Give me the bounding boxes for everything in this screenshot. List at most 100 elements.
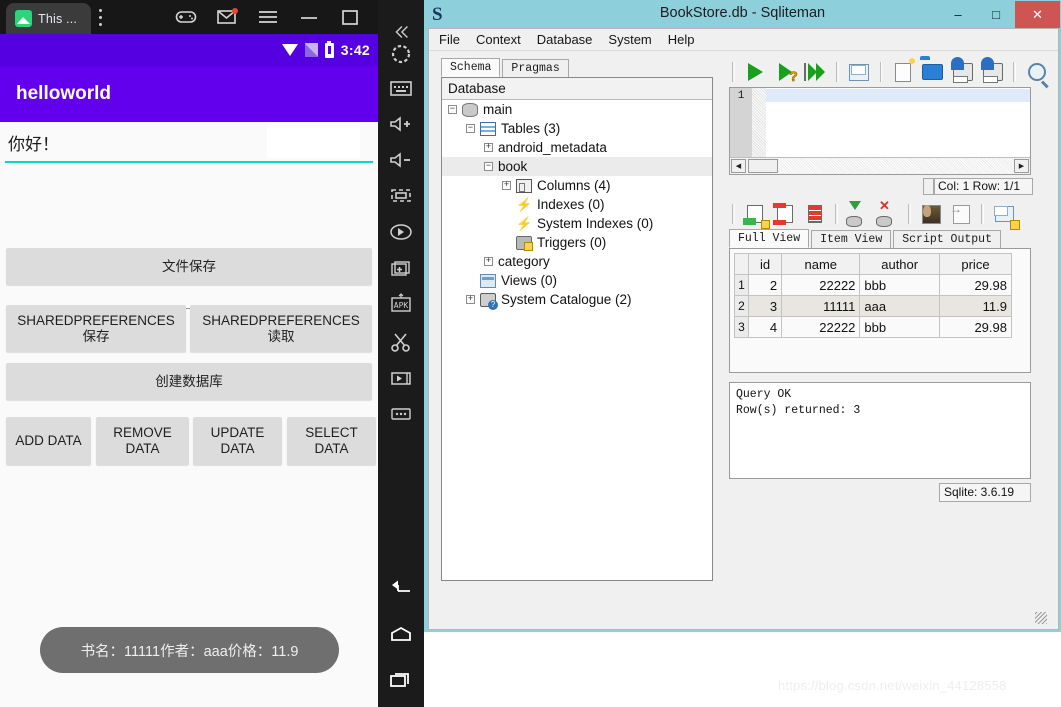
tree-item-android-metadata[interactable]: + android_metadata (442, 138, 712, 157)
save-sql-icon[interactable] (950, 57, 975, 85)
create-database-button[interactable]: 创建数据库 (6, 363, 372, 400)
scroll-thumb[interactable] (748, 159, 778, 173)
save-sql-as-icon[interactable] (980, 57, 1005, 85)
minimize-icon[interactable] (297, 5, 321, 29)
home-nav-icon[interactable] (387, 620, 415, 648)
tab-item-view[interactable]: Item View (811, 230, 892, 248)
add-data-button[interactable]: ADD DATA (6, 417, 91, 465)
cell-author[interactable]: bbb (859, 316, 940, 338)
volume-up-icon[interactable] (387, 110, 415, 138)
menu-context[interactable]: Context (476, 32, 521, 47)
view-blob-icon[interactable] (918, 201, 944, 227)
screenshot-icon[interactable] (387, 218, 415, 246)
menu-database[interactable]: Database (537, 32, 593, 47)
cell-name[interactable]: 22222 (781, 274, 861, 296)
expander-icon[interactable]: − (448, 105, 457, 114)
scroll-left-icon[interactable]: ◀ (731, 159, 746, 173)
maximize-icon[interactable] (338, 5, 362, 29)
more-icon[interactable] (387, 400, 415, 428)
tree-item-system-indexes[interactable]: ⚡ System Indexes (0) (442, 214, 712, 233)
table-row[interactable]: 3 4 22222 bbb 29.98 (734, 316, 1013, 338)
back-nav-icon[interactable] (387, 573, 415, 601)
tree-item-book[interactable]: − book (442, 157, 712, 176)
expander-icon[interactable]: + (484, 257, 493, 266)
tree-item-system-catalogue[interactable]: + System Catalogue (2) (442, 290, 712, 310)
keyboard-icon[interactable] (387, 74, 415, 102)
resize-grip[interactable] (1035, 612, 1047, 624)
rollback-icon[interactable] (875, 201, 901, 227)
column-header-author[interactable]: author (859, 253, 940, 275)
run-all-icon[interactable] (803, 59, 828, 85)
tree-item-views[interactable]: Views (0) (442, 271, 712, 290)
add-screen-icon[interactable] (387, 254, 415, 282)
delete-row-icon[interactable] (772, 201, 798, 227)
minimize-button[interactable]: – (939, 1, 977, 28)
scissors-icon[interactable] (387, 328, 415, 356)
volume-down-icon[interactable] (387, 146, 415, 174)
truncate-table-icon[interactable] (802, 201, 828, 227)
hamburger-menu-icon[interactable] (256, 5, 280, 29)
cell-id[interactable]: 2 (747, 274, 783, 296)
scroll-right-icon[interactable]: ▶ (1014, 159, 1029, 173)
sql-current-line[interactable] (766, 89, 1030, 102)
gamepad-icon[interactable] (174, 5, 198, 29)
tree-item-indexes[interactable]: ⚡ Indexes (0) (442, 195, 712, 214)
run-sql-icon[interactable] (743, 59, 768, 85)
insert-row-icon[interactable] (742, 201, 768, 227)
tree-item-triggers[interactable]: Triggers (0) (442, 233, 712, 252)
open-sql-icon[interactable] (920, 59, 945, 85)
table-row[interactable]: 1 2 22222 bbb 29.98 (734, 274, 1013, 296)
result-grid-panel[interactable]: id name author price 1 2 22222 bbb 29.98… (729, 248, 1031, 373)
export-icon[interactable] (948, 201, 974, 227)
database-tree[interactable]: Database − main − Tables (3) + android_m… (441, 77, 713, 581)
edit-text-row[interactable]: 你好！ (0, 122, 378, 165)
tab-schema[interactable]: Schema (441, 58, 501, 77)
new-sql-icon[interactable] (890, 59, 915, 85)
expander-icon[interactable]: + (502, 181, 511, 190)
expander-icon[interactable]: − (484, 162, 493, 171)
run-explain-icon[interactable]: ? (773, 59, 798, 85)
menu-file[interactable]: File (439, 32, 460, 47)
sql-horizontal-scrollbar[interactable]: ◀ ▶ (730, 157, 1030, 174)
menu-system[interactable]: System (608, 32, 651, 47)
create-view-icon[interactable] (847, 59, 872, 85)
tab-full-view[interactable]: Full View (729, 229, 810, 248)
commit-icon[interactable] (845, 201, 871, 227)
cell-price[interactable]: 29.98 (938, 316, 1013, 338)
tab-pragmas[interactable]: Pragmas (502, 59, 569, 77)
result-table[interactable]: id name author price 1 2 22222 bbb 29.98… (734, 253, 1013, 338)
cell-name[interactable]: 22222 (781, 316, 861, 338)
select-data-button[interactable]: SELECT DATA (287, 417, 376, 465)
sql-editor[interactable]: 1 ◀ ▶ (729, 87, 1031, 175)
close-button[interactable]: ✕ (1015, 1, 1060, 28)
tree-item-category[interactable]: + category (442, 252, 712, 271)
emulator-device-tab[interactable]: This ... (6, 3, 91, 34)
tree-item-main[interactable]: − main (442, 100, 712, 119)
cell-name[interactable]: 11111 (781, 295, 861, 317)
cell-author[interactable]: bbb (859, 274, 940, 296)
sharedpreferences-save-button[interactable]: SHAREDPREFERENCES 保存 (6, 305, 186, 352)
tab-script-output[interactable]: Script Output (893, 230, 1001, 248)
tree-item-tables[interactable]: − Tables (3) (442, 119, 712, 138)
new-table-icon[interactable] (991, 201, 1017, 227)
cell-author[interactable]: aaa (859, 295, 940, 317)
sharedpreferences-read-button[interactable]: SHAREDPREFERENCES 读取 (190, 305, 372, 352)
cell-id[interactable]: 4 (747, 316, 783, 338)
power-icon[interactable] (387, 40, 415, 68)
edit-text-value[interactable]: 你好！ (8, 130, 59, 155)
more-vertical-icon[interactable] (98, 9, 102, 26)
column-header-name[interactable]: name (781, 253, 861, 275)
mail-icon[interactable] (215, 5, 239, 29)
cell-id[interactable]: 3 (747, 295, 783, 317)
install-apk-icon[interactable]: APK (387, 290, 415, 318)
maximize-button[interactable]: □ (977, 1, 1015, 28)
file-save-button[interactable]: 文件保存 (6, 248, 372, 285)
remove-data-button[interactable]: REMOVE DATA (96, 417, 189, 465)
rotate-icon[interactable] (387, 182, 415, 210)
expander-icon[interactable]: + (484, 143, 493, 152)
menu-help[interactable]: Help (668, 32, 695, 47)
find-icon[interactable] (1024, 59, 1049, 85)
record-icon[interactable] (387, 364, 415, 392)
column-header-price[interactable]: price (938, 253, 1013, 275)
cell-price[interactable]: 11.9 (938, 295, 1013, 317)
